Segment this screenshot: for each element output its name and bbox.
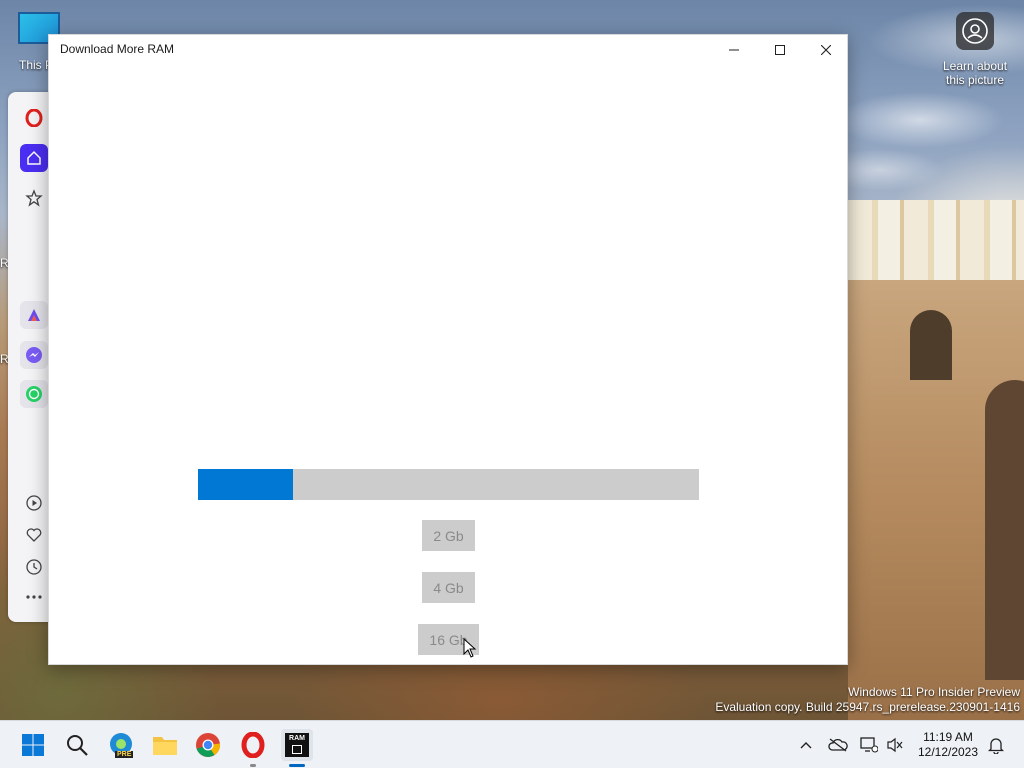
close-button[interactable] — [803, 35, 849, 65]
whatsapp-icon[interactable] — [20, 380, 48, 408]
wallpaper-arch — [985, 380, 1024, 680]
opera-logo-icon[interactable] — [20, 104, 48, 132]
show-hidden-icons-button[interactable] — [796, 735, 816, 755]
search-icon — [67, 735, 88, 756]
spotlight-label-line1: Learn about — [942, 59, 1008, 73]
wallpaper-arch — [910, 310, 952, 380]
chrome-button[interactable] — [192, 729, 224, 761]
minimize-icon — [729, 49, 739, 51]
download-more-ram-taskbar-button[interactable]: RAM — [281, 729, 313, 761]
download-progress-bar — [198, 469, 699, 500]
maximize-icon — [775, 45, 785, 55]
star-icon[interactable] — [20, 184, 48, 212]
mouse-pointer-icon — [463, 638, 477, 658]
windows-logo-icon — [22, 734, 44, 756]
messenger-icon[interactable] — [20, 341, 48, 369]
bell-icon — [988, 738, 1004, 754]
clock-time: 11:19 AM — [923, 730, 973, 744]
watermark-line2: Evaluation copy. Build 25947.rs_prerelea… — [715, 700, 1020, 714]
file-explorer-button[interactable] — [149, 729, 181, 761]
minimize-button[interactable] — [711, 35, 757, 65]
chevron-up-icon — [800, 742, 812, 749]
history-icon[interactable] — [20, 553, 48, 581]
download-more-ram-window: Download More RAM 2 Gb 4 Gb 16 Gb — [48, 34, 848, 665]
taskbar: PRE RAM 11:19 AM 12/12/2023 — [0, 720, 1024, 768]
close-icon — [821, 45, 831, 55]
ram-app-icon: RAM — [285, 733, 309, 757]
notifications-button[interactable] — [986, 735, 1006, 755]
search-button[interactable] — [61, 729, 93, 761]
more-options-icon[interactable] — [20, 583, 48, 611]
aria-icon[interactable] — [20, 301, 48, 329]
opera-button[interactable] — [237, 729, 269, 761]
title-bar[interactable]: Download More RAM — [49, 35, 847, 65]
cloud-offline-icon — [828, 738, 848, 752]
clock-date: 12/12/2023 — [917, 745, 979, 759]
start-button[interactable] — [17, 729, 49, 761]
download-progress-fill — [198, 469, 294, 500]
chrome-icon — [196, 733, 220, 757]
network-button[interactable] — [859, 735, 879, 755]
edge-pre-badge: PRE — [115, 751, 134, 758]
onedrive-status-button[interactable] — [828, 735, 848, 755]
active-app-indicator — [289, 764, 305, 767]
wallpaper-houses — [848, 200, 1024, 280]
opera-icon — [241, 732, 265, 758]
window-title: Download More RAM — [60, 42, 175, 56]
edge-beta-taskbar-button[interactable]: PRE — [105, 729, 137, 761]
network-icon — [860, 737, 878, 753]
spotlight-learn-about-picture[interactable]: Learn about this picture — [936, 12, 1014, 92]
speaker-muted-icon — [887, 737, 903, 753]
download-4gb-button[interactable]: 4 Gb — [422, 572, 475, 603]
running-indicator — [250, 764, 256, 767]
watermark-line1: Windows 11 Pro Insider Preview — [848, 685, 1020, 699]
heart-icon[interactable] — [20, 521, 48, 549]
player-icon[interactable] — [20, 489, 48, 517]
folder-icon — [153, 737, 177, 755]
download-2gb-button[interactable]: 2 Gb — [422, 520, 475, 551]
camera-lens-icon — [956, 12, 994, 50]
evaluation-watermark: Windows 11 Pro Insider Preview Evaluatio… — [715, 685, 1020, 715]
clock[interactable]: 11:19 AM 12/12/2023 — [910, 730, 986, 760]
spotlight-label-line2: this picture — [945, 73, 1005, 87]
maximize-button[interactable] — [757, 35, 803, 65]
volume-button[interactable] — [885, 735, 905, 755]
home-icon[interactable] — [20, 144, 48, 172]
